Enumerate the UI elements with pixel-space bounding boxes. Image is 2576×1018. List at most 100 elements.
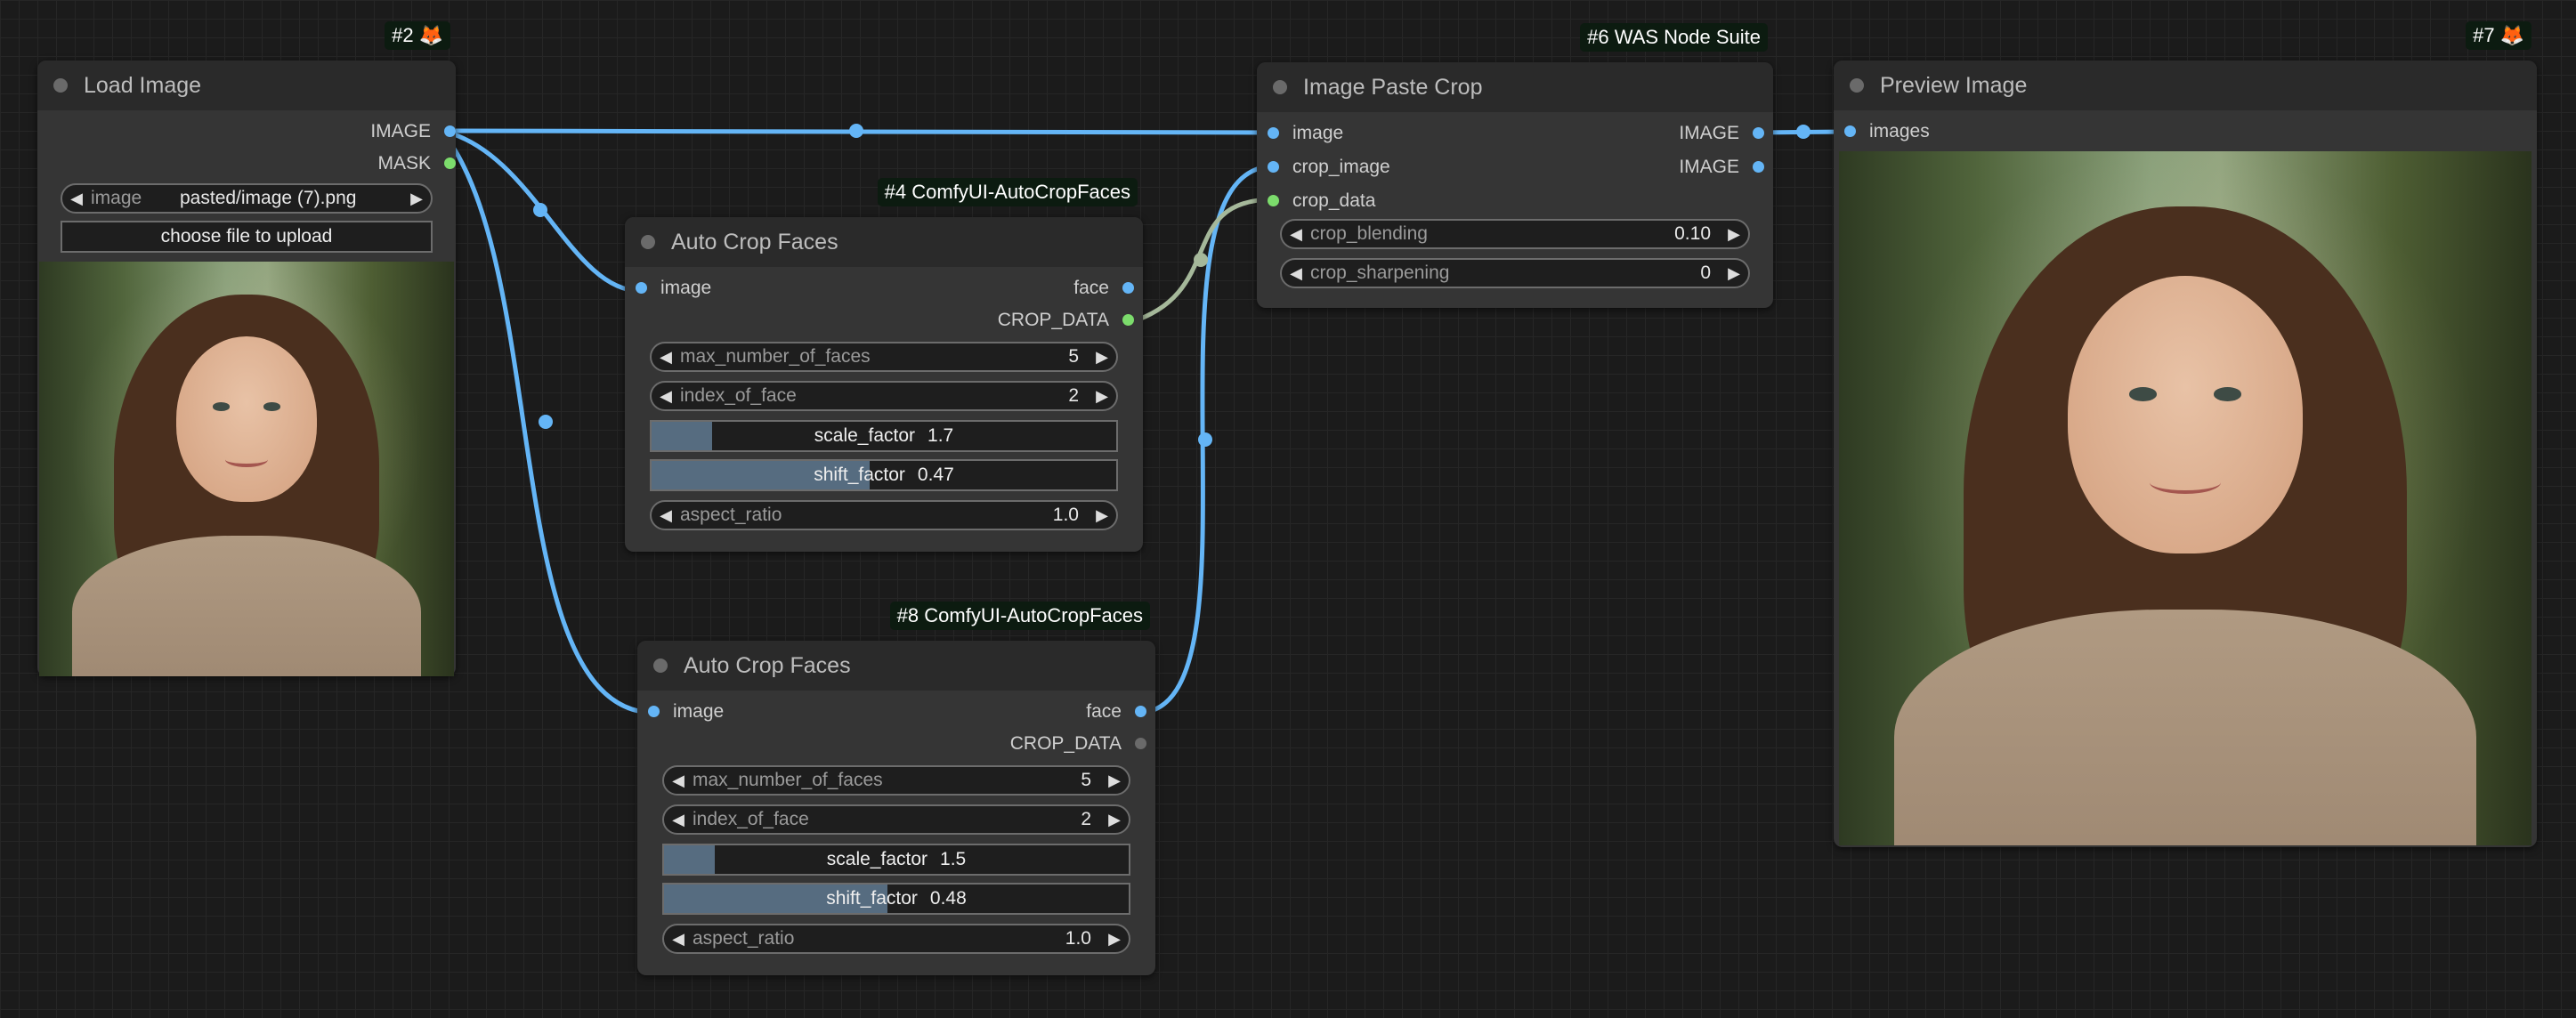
load-image-node[interactable]: #2 🦊 Load Image IMAGE MASK ◀ image pasted… [37, 21, 456, 676]
input-crop-data[interactable]: crop_data [1268, 190, 1375, 212]
wire-crop8-face-to-paste-crop-image [1138, 164, 1274, 715]
preview-image-node[interactable]: #7 🦊 Preview Image images [1834, 21, 2537, 847]
widget-value: 0 [1700, 263, 1711, 283]
shift-factor-slider[interactable]: shift_factor 0.47 [650, 459, 1118, 491]
image-combo[interactable]: ◀ image pasted/image (7).png ▶ [61, 183, 433, 214]
output-image[interactable]: IMAGE [370, 121, 456, 142]
node-title: Auto Crop Faces [684, 652, 851, 678]
input-image[interactable]: image [648, 701, 724, 723]
arrow-right-icon[interactable]: ▶ [1720, 264, 1748, 283]
scale-factor-slider[interactable]: scale_factor 1.7 [650, 420, 1118, 452]
output-face[interactable]: face [1086, 701, 1146, 723]
node-header[interactable]: Preview Image [1834, 61, 2537, 110]
widget-value: 1.0 [1065, 928, 1091, 949]
auto-crop-faces-node-8[interactable]: #8 ComfyUI-AutoCropFaces Auto Crop Faces… [637, 602, 1155, 975]
node-header[interactable]: Load Image [37, 61, 456, 110]
port-icon[interactable] [1135, 706, 1146, 717]
node-badge: #7 🦊 [2466, 21, 2531, 50]
port-icon[interactable] [636, 282, 647, 294]
arrow-left-icon[interactable]: ◀ [1282, 225, 1310, 244]
slider-label: shift_factor [814, 465, 905, 485]
output-image[interactable]: IMAGE [1679, 123, 1764, 144]
arrow-left-icon[interactable]: ◀ [1282, 264, 1310, 283]
widget-value: 5 [1081, 770, 1091, 790]
node-title: Image Paste Crop [1303, 74, 1483, 100]
port-icon[interactable] [1122, 314, 1134, 326]
choose-file-button[interactable]: choose file to upload [61, 221, 433, 253]
slider-label: scale_factor [814, 425, 916, 446]
auto-crop-faces-node-4[interactable]: #4 ComfyUI-AutoCropFaces Auto Crop Faces… [625, 178, 1143, 552]
node-title: Load Image [84, 72, 202, 98]
output-mask[interactable]: MASK [377, 153, 456, 174]
collapse-dot-icon[interactable] [1273, 80, 1287, 94]
output-face[interactable]: face [1073, 278, 1134, 299]
arrow-left-icon[interactable]: ◀ [62, 190, 91, 208]
arrow-right-icon[interactable]: ▶ [1088, 506, 1116, 525]
max-number-of-faces-widget[interactable]: ◀ max_number_of_faces 5 ▶ [650, 342, 1118, 372]
output-image-2[interactable]: IMAGE [1679, 157, 1764, 178]
index-of-face-widget[interactable]: ◀ index_of_face 2 ▶ [650, 381, 1118, 411]
scale-factor-slider[interactable]: scale_factor 1.5 [662, 844, 1130, 876]
arrow-left-icon[interactable]: ◀ [652, 506, 680, 525]
port-icon[interactable] [444, 125, 456, 137]
aspect-ratio-widget[interactable]: ◀ aspect_ratio 1.0 ▶ [662, 924, 1130, 954]
arrow-left-icon[interactable]: ◀ [664, 811, 693, 829]
index-of-face-widget[interactable]: ◀ index_of_face 2 ▶ [662, 804, 1130, 835]
input-image[interactable]: image [1268, 123, 1343, 144]
port-icon[interactable] [1753, 127, 1764, 139]
arrow-right-icon[interactable]: ▶ [1100, 930, 1129, 949]
slider-value: 0.47 [917, 465, 954, 485]
node-title: Preview Image [1880, 72, 2028, 98]
input-image[interactable]: image [636, 278, 711, 299]
port-icon[interactable] [1268, 161, 1279, 173]
shift-factor-slider[interactable]: shift_factor 0.48 [662, 883, 1130, 915]
port-icon[interactable] [444, 158, 456, 169]
arrow-right-icon[interactable]: ▶ [402, 190, 431, 208]
arrow-right-icon[interactable]: ▶ [1088, 348, 1116, 367]
port-icon[interactable] [1268, 195, 1279, 206]
preview-output-image [1839, 151, 2531, 845]
crop-sharpening-widget[interactable]: ◀ crop_sharpening 0 ▶ [1280, 258, 1750, 288]
wire-reroute-dot [539, 415, 553, 429]
wire-reroute-dot [1194, 253, 1208, 267]
aspect-ratio-widget[interactable]: ◀ aspect_ratio 1.0 ▶ [650, 500, 1118, 530]
arrow-right-icon[interactable]: ▶ [1100, 811, 1129, 829]
node-header[interactable]: Auto Crop Faces [625, 217, 1143, 267]
fox-icon: 🦊 [2499, 24, 2524, 46]
node-header[interactable]: Image Paste Crop [1257, 62, 1773, 112]
slider-value: 1.5 [940, 849, 967, 869]
widget-value: 5 [1068, 346, 1079, 367]
widget-value: 1.0 [1052, 505, 1079, 525]
arrow-left-icon[interactable]: ◀ [664, 772, 693, 790]
port-icon[interactable] [1135, 738, 1146, 749]
slider-label: shift_factor [826, 888, 918, 909]
port-icon[interactable] [1753, 161, 1764, 173]
port-icon[interactable] [1844, 125, 1856, 137]
collapse-dot-icon[interactable] [641, 235, 655, 249]
crop-blending-widget[interactable]: ◀ crop_blending 0.10 ▶ [1280, 219, 1750, 249]
port-icon[interactable] [648, 706, 660, 717]
collapse-dot-icon[interactable] [1850, 78, 1864, 93]
arrow-right-icon[interactable]: ▶ [1088, 387, 1116, 406]
arrow-left-icon[interactable]: ◀ [652, 387, 680, 406]
widget-value: 2 [1081, 809, 1091, 829]
arrow-right-icon[interactable]: ▶ [1100, 772, 1129, 790]
image-thumbnail [39, 262, 454, 676]
wire-load-to-crop4-image [441, 128, 642, 294]
port-icon[interactable] [1268, 127, 1279, 139]
port-icon[interactable] [1122, 282, 1134, 294]
max-number-of-faces-widget[interactable]: ◀ max_number_of_faces 5 ▶ [662, 765, 1130, 796]
node-header[interactable]: Auto Crop Faces [637, 641, 1155, 691]
input-crop-image[interactable]: crop_image [1268, 157, 1390, 178]
image-paste-crop-node[interactable]: #6 WAS Node Suite Image Paste Crop image… [1257, 23, 1773, 308]
wire-reroute-dot [533, 203, 547, 217]
collapse-dot-icon[interactable] [53, 78, 68, 93]
arrow-left-icon[interactable]: ◀ [652, 348, 680, 367]
output-crop-data[interactable]: CROP_DATA [998, 310, 1134, 331]
slider-value: 0.48 [929, 888, 967, 909]
arrow-left-icon[interactable]: ◀ [664, 930, 693, 949]
output-crop-data[interactable]: CROP_DATA [1010, 733, 1146, 755]
arrow-right-icon[interactable]: ▶ [1720, 225, 1748, 244]
collapse-dot-icon[interactable] [653, 658, 668, 673]
input-images[interactable]: images [1844, 121, 1930, 142]
